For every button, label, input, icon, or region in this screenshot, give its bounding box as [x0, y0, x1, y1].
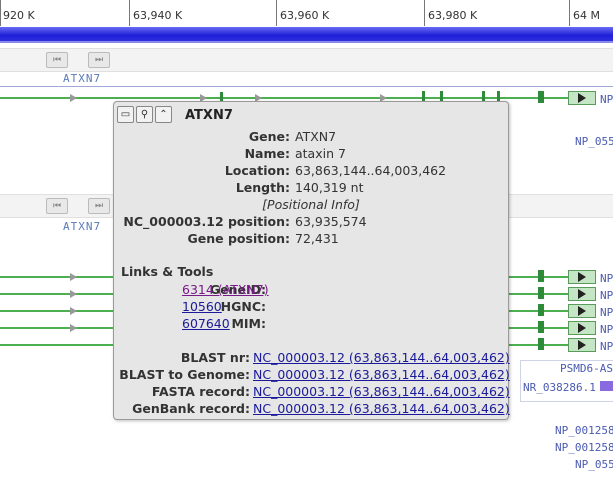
- gene-row: Gene: ATXN7: [114, 128, 508, 145]
- ruler-tick: 63,940 K: [129, 0, 182, 26]
- ruler-tick: 63,980 K: [424, 0, 477, 26]
- length-row: Length: 140,319 nt: [114, 179, 508, 196]
- gene-label: Gene:: [248, 129, 290, 144]
- mim-row: MIM: 607640: [114, 315, 508, 332]
- sequence-bar-underline: [0, 41, 613, 43]
- np-label[interactable]: NP: [600, 340, 613, 353]
- hgnc-link[interactable]: 10560: [182, 298, 222, 315]
- direction-chevron-icon: [70, 94, 77, 102]
- np-label[interactable]: NP: [600, 289, 613, 302]
- blast-genome-link[interactable]: NC_000003.12 (63,863,144..64,003,462): [253, 366, 510, 383]
- transcript-end-arrow-icon[interactable]: [568, 321, 596, 335]
- track-header-top: ⏮ ⏭: [0, 48, 613, 72]
- transcript-end-arrow-icon[interactable]: [568, 338, 596, 352]
- links-tools-heading: Links & Tools: [121, 264, 214, 279]
- mim-link[interactable]: 607640: [182, 315, 230, 332]
- ruler-tick-label: 63,980 K: [428, 9, 478, 22]
- np-label[interactable]: NP: [600, 93, 613, 106]
- name-label: Name:: [244, 146, 290, 161]
- gene-end-arrow-icon[interactable]: [568, 91, 596, 105]
- ruler-tick: 920 K: [0, 0, 35, 26]
- nc-position-row: NC_000003.12 position: 63,935,574: [114, 213, 508, 230]
- gene-position-label: Gene position:: [187, 231, 290, 246]
- ruler-tick-label: 63,940 K: [133, 9, 183, 22]
- direction-chevron-icon: [70, 290, 77, 298]
- transcript-end-arrow-icon[interactable]: [568, 287, 596, 301]
- exon-block: [538, 270, 544, 282]
- exon-block: [538, 321, 544, 333]
- nr-label[interactable]: NR_038286.1: [523, 381, 596, 394]
- location-label: Location:: [224, 163, 290, 178]
- location-row: Location: 63,863,144..64,003,462: [114, 162, 508, 179]
- ruler-tick-label: 63,960 K: [280, 9, 330, 22]
- nc-position-label: NC_000003.12 position:: [123, 214, 290, 229]
- np-label[interactable]: NP_055: [575, 458, 613, 471]
- exon-block: [538, 91, 544, 103]
- fasta-row: FASTA record: NC_000003.12 (63,863,144..6…: [114, 383, 510, 400]
- track-title-mid: ATXN7: [63, 220, 102, 233]
- exon-block: [538, 338, 544, 350]
- gene-position-row: Gene position: 72,431: [114, 230, 508, 247]
- hgnc-row: HGNC: 10560: [114, 298, 508, 315]
- exon-block: [538, 304, 544, 316]
- track-title-top: ATXN7: [63, 72, 102, 85]
- gene-info-popup: ▭ ⚲ ⌃ ATXN7 Gene: ATXN7 Name: ataxin 7 Locat…: [113, 101, 510, 420]
- popup-title: ATXN7: [185, 108, 233, 123]
- blast-genome-row: BLAST to Genome: NC_000003.12 (63,863,144…: [114, 366, 510, 383]
- direction-chevron-icon: [70, 273, 77, 281]
- np-label[interactable]: NP: [600, 272, 613, 285]
- np-label[interactable]: NP_001258: [555, 424, 613, 437]
- exon-block: [538, 287, 544, 299]
- np-label[interactable]: NP: [600, 323, 613, 336]
- track-separator: [0, 86, 613, 87]
- transcript-end-arrow-icon[interactable]: [568, 270, 596, 284]
- mim-label: MIM:: [231, 316, 266, 331]
- gene-line[interactable]: [0, 97, 575, 99]
- fasta-label: FASTA record:: [151, 384, 250, 399]
- next-feature-button[interactable]: ⏭: [88, 198, 110, 214]
- ruler-tick: 64 M: [569, 0, 600, 26]
- direction-chevron-icon: [70, 307, 77, 315]
- location-value: 63,863,144..64,003,462: [295, 163, 447, 178]
- gene-value: ATXN7: [295, 129, 337, 144]
- ruler-tick: 63,960 K: [276, 0, 329, 26]
- ruler-tick-label: 920 K: [3, 9, 35, 22]
- pin-icon[interactable]: ▭: [117, 106, 134, 123]
- position-ruler: 920 K 63,940 K 63,960 K 63,980 K 64 M: [0, 0, 613, 26]
- geneid-link[interactable]: 6314 (ATXN7): [182, 281, 269, 298]
- nc-position-value: 63,935,574: [295, 214, 367, 229]
- next-feature-button[interactable]: ⏭: [88, 52, 110, 68]
- ruler-tick-label: 64 M: [573, 9, 600, 22]
- prev-feature-button[interactable]: ⏮: [46, 52, 68, 68]
- transcript-end-arrow-icon[interactable]: [568, 304, 596, 318]
- gene-position-value: 72,431: [295, 231, 339, 246]
- positional-info-row: [Positional Info]: [262, 197, 360, 212]
- blast-nr-label: BLAST nr:: [180, 350, 250, 365]
- geneid-row: GeneID: 6314 (ATXN7): [114, 281, 508, 298]
- sequence-bar[interactable]: [0, 27, 613, 41]
- np-label[interactable]: NP_055: [575, 135, 613, 148]
- length-value: 140,319 nt: [295, 180, 364, 195]
- collapse-icon[interactable]: ⌃: [155, 106, 172, 123]
- prev-feature-button[interactable]: ⏮: [46, 198, 68, 214]
- direction-chevron-icon: [70, 324, 77, 332]
- positional-info-link[interactable]: Positional Info: [267, 197, 355, 212]
- genbank-row: GenBank record: NC_000003.12 (63,863,144.…: [114, 400, 510, 417]
- nr-feature-swatch[interactable]: [600, 381, 613, 391]
- hgnc-label: HGNC:: [220, 299, 266, 314]
- np-label[interactable]: NP_001258: [555, 441, 613, 454]
- blast-nr-link[interactable]: NC_000003.12 (63,863,144..64,003,462): [253, 349, 510, 366]
- genbank-label: GenBank record:: [132, 401, 250, 416]
- blast-genome-label: BLAST to Genome:: [119, 367, 250, 382]
- name-row: Name: ataxin 7: [114, 145, 508, 162]
- np-label[interactable]: NP: [600, 306, 613, 319]
- magnifier-icon[interactable]: ⚲: [136, 106, 153, 123]
- popup-toolbar: ▭ ⚲ ⌃: [117, 106, 174, 124]
- name-value: ataxin 7: [295, 146, 346, 161]
- fasta-link[interactable]: NC_000003.12 (63,863,144..64,003,462): [253, 383, 510, 400]
- genbank-link[interactable]: NC_000003.12 (63,863,144..64,003,462): [253, 400, 510, 417]
- length-label: Length:: [235, 180, 290, 195]
- blast-nr-row: BLAST nr: NC_000003.12 (63,863,144..64,00…: [114, 349, 510, 366]
- psmd6-label[interactable]: PSMD6-AS: [560, 362, 613, 375]
